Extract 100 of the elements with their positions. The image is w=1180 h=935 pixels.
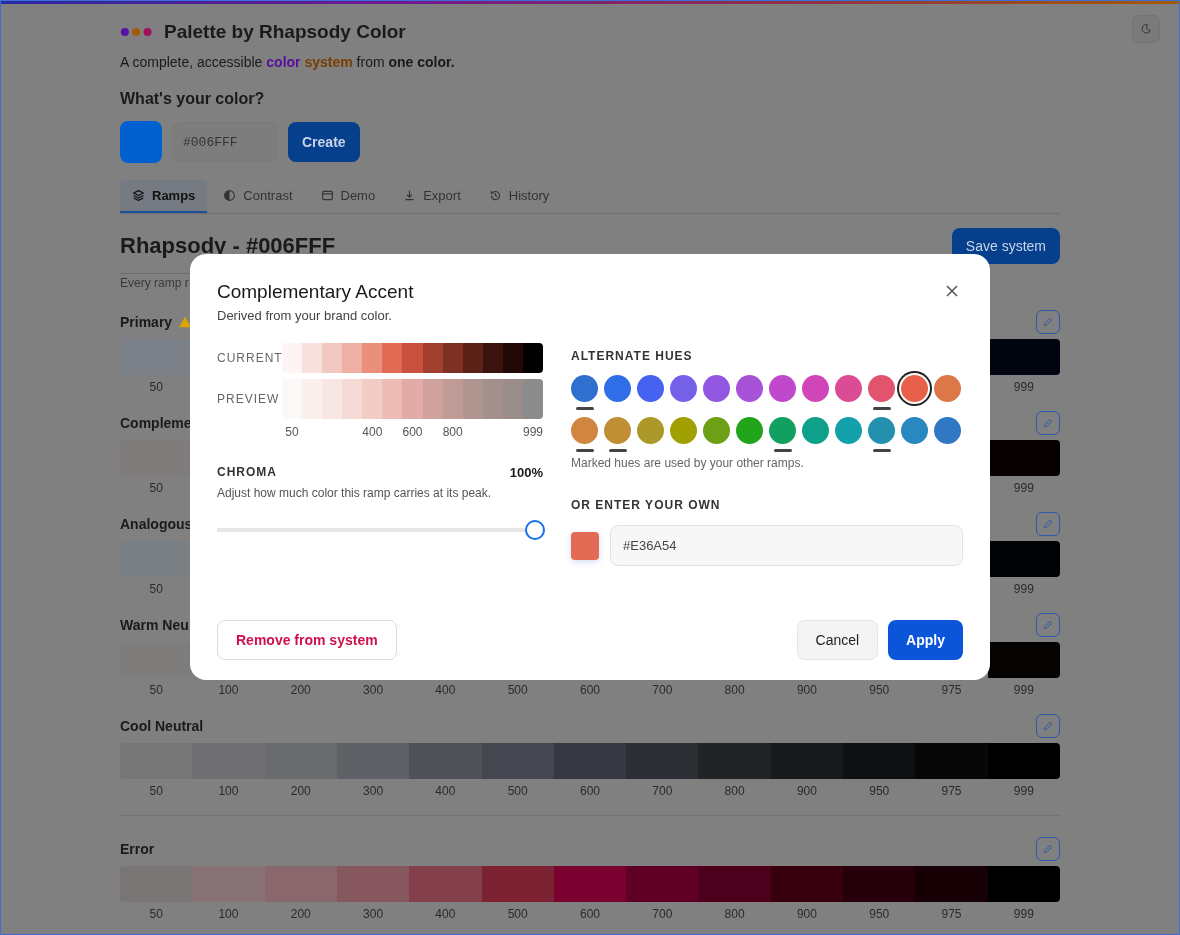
step-label: 600 xyxy=(402,425,423,439)
step-label: 300 xyxy=(363,906,384,923)
chroma-description: Adjust how much color this ramp carries at its peak. xyxy=(217,486,493,500)
hue-swatch[interactable] xyxy=(670,375,697,402)
ramp-name: Cool Neutral xyxy=(120,718,204,734)
moon-icon xyxy=(1140,23,1152,35)
save-system-button[interactable]: Save system xyxy=(951,228,1060,264)
step-label: 800 xyxy=(724,783,745,800)
step-label: 600 xyxy=(579,906,600,923)
ramp-name: Primary xyxy=(120,314,173,330)
step-label: 800 xyxy=(724,682,745,699)
hue-swatch[interactable] xyxy=(703,417,730,444)
color-question: What's your color? xyxy=(120,89,266,109)
step-label: 50 xyxy=(149,906,163,923)
ramp-row-label: CURRENT xyxy=(217,351,282,365)
hex-input-field[interactable]: #006FFF xyxy=(172,122,278,162)
close-button[interactable] xyxy=(945,284,959,298)
pencil-icon xyxy=(1042,619,1054,631)
edit-ramp-button[interactable] xyxy=(1036,310,1060,334)
hue-swatch[interactable] xyxy=(571,417,598,444)
hue-swatch[interactable] xyxy=(736,417,763,444)
step-label: 700 xyxy=(652,682,673,699)
edit-ramp-button[interactable] xyxy=(1036,714,1060,738)
hues-note: Marked hues are used by your other ramps. xyxy=(571,456,805,470)
step-label: 50 xyxy=(285,425,299,439)
hue-swatch[interactable] xyxy=(934,417,961,444)
create-button[interactable]: Create xyxy=(288,122,360,162)
hue-swatch[interactable] xyxy=(604,417,631,444)
layers-icon xyxy=(132,189,145,202)
system-note: Every ramp r xyxy=(120,275,189,292)
window-icon xyxy=(320,189,334,202)
cancel-button[interactable]: Cancel xyxy=(796,620,879,660)
step-label: 300 xyxy=(363,682,384,699)
hue-swatch[interactable] xyxy=(637,375,664,402)
step-label: 950 xyxy=(869,682,890,699)
step-label: 100 xyxy=(218,906,239,923)
hue-swatch[interactable] xyxy=(802,375,829,402)
step-label: 900 xyxy=(796,682,817,699)
chroma-label: CHROMA xyxy=(217,465,277,480)
step-label: 800 xyxy=(442,425,463,439)
step-label: 975 xyxy=(941,682,962,699)
pencil-icon xyxy=(1042,316,1054,328)
system-title: Rhapsody - #006FFF xyxy=(120,233,336,259)
hues-label: ALTERNATE HUES xyxy=(571,349,694,363)
hue-swatch[interactable] xyxy=(769,375,796,402)
hue-swatch[interactable] xyxy=(571,375,598,402)
step-label: 50 xyxy=(149,783,163,800)
edit-ramp-button[interactable] xyxy=(1036,512,1060,536)
tab[interactable]: Export xyxy=(391,180,473,213)
hue-swatch[interactable] xyxy=(736,375,763,402)
hue-swatch[interactable] xyxy=(835,375,862,402)
tab[interactable]: History xyxy=(476,180,562,213)
hue-swatch[interactable] xyxy=(835,417,862,444)
hue-swatch[interactable] xyxy=(769,417,796,444)
dark-mode-button[interactable] xyxy=(1132,15,1160,43)
step-label: 400 xyxy=(362,425,383,439)
remove-button[interactable]: Remove from system xyxy=(217,620,397,660)
hue-swatch[interactable] xyxy=(901,417,928,444)
chroma-reading: 100% xyxy=(509,465,543,480)
hex-input-field[interactable]: #E36A54 xyxy=(610,525,963,566)
hue-swatch[interactable] xyxy=(637,417,664,444)
contrast-icon xyxy=(223,189,237,202)
hue-swatch[interactable] xyxy=(703,375,730,402)
step-label: 400 xyxy=(435,906,456,923)
slider-thumb[interactable] xyxy=(525,520,545,540)
step-label: 975 xyxy=(941,783,962,800)
ramp-name: Compleme xyxy=(120,415,192,431)
hue-swatch[interactable] xyxy=(868,375,895,402)
step-label: 500 xyxy=(507,783,528,800)
color-swatch[interactable] xyxy=(571,531,599,560)
tagline: A complete, accessible color system from one color. xyxy=(120,53,456,72)
edit-ramp-button[interactable] xyxy=(1036,837,1060,861)
ramp-row-label: PREVIEW xyxy=(217,392,281,406)
tab[interactable]: Ramps xyxy=(120,180,208,213)
tab[interactable]: Demo xyxy=(308,180,388,213)
step-label: 200 xyxy=(290,682,311,699)
apply-button[interactable]: Apply xyxy=(888,620,963,660)
step-label: 999 xyxy=(1013,682,1034,699)
app-title: Palette by Rhapsody Color xyxy=(164,21,406,43)
step-label: 700 xyxy=(652,906,673,923)
hue-swatch[interactable] xyxy=(934,375,961,402)
pencil-icon xyxy=(1042,720,1054,732)
ramp-name: Warm Neu xyxy=(120,617,189,633)
step-label: 100 xyxy=(218,682,239,699)
pencil-icon xyxy=(1042,417,1054,429)
edit-ramp-button[interactable] xyxy=(1036,613,1060,637)
step-label: 400 xyxy=(435,783,456,800)
tab[interactable]: Contrast xyxy=(211,180,305,213)
hue-swatch[interactable] xyxy=(802,417,829,444)
logo-dots-icon xyxy=(120,27,154,37)
hue-swatch[interactable] xyxy=(604,375,631,402)
step-label: 950 xyxy=(869,783,890,800)
pencil-icon xyxy=(1042,518,1054,530)
edit-ramp-button[interactable] xyxy=(1036,411,1060,435)
hue-swatch[interactable] xyxy=(670,417,697,444)
hue-swatch[interactable] xyxy=(868,417,895,444)
color-swatch[interactable] xyxy=(120,121,162,163)
step-label: 200 xyxy=(290,783,311,800)
step-label: 400 xyxy=(435,682,456,699)
step-label: 900 xyxy=(796,906,817,923)
